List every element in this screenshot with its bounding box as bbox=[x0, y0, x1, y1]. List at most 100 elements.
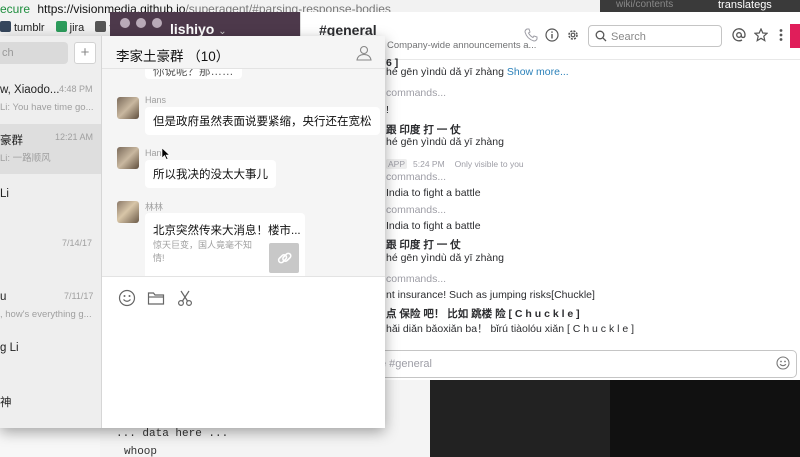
conversation-name: g Li bbox=[0, 342, 19, 354]
conversation-name: Li bbox=[0, 188, 9, 200]
message-input[interactable] bbox=[380, 356, 760, 372]
app-badge: APP bbox=[386, 159, 408, 169]
link-thumbnail bbox=[269, 243, 299, 273]
tab-wiki[interactable]: wiki/contents bbox=[616, 0, 673, 10]
background-panel-black bbox=[610, 380, 800, 457]
sender-name: Hans bbox=[145, 95, 167, 105]
message-text: ! bbox=[386, 104, 389, 116]
avatar[interactable] bbox=[117, 147, 139, 169]
background-panel-dark bbox=[430, 380, 610, 457]
close-window-icon[interactable] bbox=[120, 18, 130, 28]
conversation-item[interactable]: 7/14/17 bbox=[0, 230, 101, 280]
more-menu-icon[interactable] bbox=[773, 28, 789, 44]
message-text: hé gēn yìndù dǎ yī zhàng Show more... bbox=[386, 66, 569, 78]
commands-link[interactable]: commands... bbox=[386, 87, 446, 99]
conversation-name: w, Xiaodo... bbox=[0, 84, 60, 96]
conversation-item[interactable]: 神 bbox=[0, 386, 101, 428]
message-bubble: 所以我决的没太大事儿 bbox=[145, 160, 276, 188]
group-members-icon[interactable] bbox=[355, 44, 373, 62]
wechat-window: + w, Xiaodo... 4:48 PM Li: You have time… bbox=[0, 36, 385, 428]
sender-name: 林林 bbox=[145, 202, 164, 212]
avatar[interactable] bbox=[117, 97, 139, 119]
search-input[interactable] bbox=[611, 29, 715, 44]
show-more-link[interactable]: Show more... bbox=[507, 66, 569, 78]
emoji-icon[interactable] bbox=[118, 289, 136, 307]
chat-header: 李家土豪群 （10） bbox=[102, 36, 385, 69]
conversation-item[interactable]: Li bbox=[0, 180, 101, 230]
bookmark-label: tumblr bbox=[14, 22, 45, 34]
conversation-time: 7/14/17 bbox=[62, 238, 93, 248]
window-controls bbox=[120, 15, 168, 33]
channel-purpose: Company-wide announcements a... bbox=[387, 40, 537, 51]
secure-indicator: ecure bbox=[0, 2, 31, 16]
zoom-window-icon[interactable] bbox=[152, 18, 162, 28]
conversation-item[interactable]: g Li bbox=[0, 334, 101, 384]
message-text: India to fight a battle bbox=[386, 187, 481, 199]
message-bubble: 但是政府虽然表面说要紧缩，央行还在宽松 bbox=[145, 107, 380, 135]
bookmark-tumblr[interactable]: tumblr bbox=[0, 18, 45, 38]
conversation-search[interactable] bbox=[0, 42, 68, 64]
message-text: hé gēn yìndù dǎ yī zhàng bbox=[386, 252, 504, 264]
message-text: hé gēn yìndù dǎ yī zhàng bbox=[386, 136, 504, 148]
conversation-item[interactable]: u 7/11/17 , how's everything g... bbox=[0, 283, 101, 333]
link-card-description: 惊天巨变，国人竟毫不知情! bbox=[153, 240, 253, 263]
search-icon bbox=[595, 30, 607, 42]
message-composer[interactable] bbox=[371, 350, 797, 378]
conversation-preview: Li: You have time go... bbox=[0, 102, 94, 113]
message-pinyin: hé gēn yìndù dǎ yī zhàng bbox=[386, 66, 504, 78]
bot-message-meta: APP 5:24 PM Only visible to you bbox=[386, 159, 524, 169]
conversation-item[interactable]: w, Xiaodo... 4:48 PM Li: You have time g… bbox=[0, 76, 101, 126]
conversation-name: 豪群 bbox=[0, 135, 23, 147]
chat-panel: 李家土豪群 （10） 你说呢？那…… Hans 但是政府虽然表面说要紧缩，央行还… bbox=[102, 36, 385, 428]
scissors-icon[interactable] bbox=[176, 289, 194, 307]
tab-translate[interactable]: translategs bbox=[718, 0, 772, 11]
link-card[interactable]: 北京突然传来大消息！楼市... 惊天巨变，国人竟毫不知情! bbox=[145, 213, 305, 276]
message-text: 跟 印度 打 一 仗 bbox=[386, 124, 461, 136]
mouse-cursor-icon bbox=[162, 148, 170, 160]
message-text: 跟 印度 打 一 仗 bbox=[386, 239, 461, 251]
visibility-note: Only visible to you bbox=[454, 159, 524, 169]
conversation-time: 7/11/17 bbox=[64, 291, 94, 301]
bookmark-jira[interactable]: jira bbox=[55, 18, 85, 38]
minimize-window-icon[interactable] bbox=[136, 18, 146, 28]
team-name[interactable]: lishiyo ⌄ bbox=[170, 21, 227, 37]
search-field[interactable] bbox=[588, 25, 722, 47]
code-line: whoop bbox=[124, 446, 158, 457]
conversation-time: 4:48 PM bbox=[59, 84, 93, 94]
star-icon[interactable] bbox=[753, 27, 769, 44]
message-bubble: 你说呢？那…… bbox=[145, 69, 242, 79]
commands-link[interactable]: commands... bbox=[386, 204, 446, 216]
message-text: hǎi diǎn bǎoxiǎn ba！ bǐrú tiàolóu xiǎn [… bbox=[386, 323, 635, 335]
emoji-icon[interactable] bbox=[776, 356, 790, 373]
conversation-preview: Li: 一路顺风 bbox=[0, 153, 51, 164]
notification-tab[interactable] bbox=[790, 24, 800, 48]
call-icon[interactable] bbox=[523, 28, 539, 44]
conversation-item-active[interactable]: 豪群 12:21 AM Li: 一路顺风 bbox=[0, 124, 101, 174]
chat-composer[interactable] bbox=[102, 276, 385, 428]
avatar[interactable] bbox=[117, 201, 139, 223]
bookmark-label: jira bbox=[69, 22, 85, 34]
info-icon[interactable] bbox=[544, 28, 560, 44]
new-chat-button[interactable]: + bbox=[74, 42, 96, 64]
chat-messages: 你说呢？那…… Hans 但是政府虽然表面说要紧缩，央行还在宽松 Hans 所以… bbox=[102, 69, 385, 276]
browser-tab-strip: wiki/contents translategs bbox=[600, 0, 800, 12]
conversation-list: + w, Xiaodo... 4:48 PM Li: You have time… bbox=[0, 36, 102, 428]
commands-link[interactable]: commands... bbox=[386, 171, 446, 183]
link-card-title: 北京突然传来大消息！楼市... bbox=[153, 225, 301, 237]
jira-icon bbox=[55, 21, 67, 32]
message-text: India to fight a battle bbox=[386, 220, 481, 232]
code-line: ... data here ... bbox=[116, 428, 229, 440]
gear-icon[interactable] bbox=[565, 28, 581, 44]
message-text: nt insurance! Such as jumping risks[Chuc… bbox=[386, 289, 595, 301]
chat-title: 李家土豪群 （10） bbox=[116, 49, 230, 64]
tumblr-icon bbox=[0, 21, 11, 32]
folder-icon[interactable] bbox=[147, 289, 165, 307]
link-icon bbox=[277, 252, 292, 264]
conversation-name: 神 bbox=[0, 397, 12, 409]
message-time: 5:24 PM bbox=[413, 159, 445, 169]
conversation-search-input[interactable] bbox=[2, 45, 64, 61]
message-text: 点 保险 吧！ 比如 跳楼 险 [ C h u c k l e ] bbox=[386, 308, 580, 320]
bookmark-icon bbox=[95, 21, 107, 32]
commands-link[interactable]: commands... bbox=[386, 273, 446, 285]
mentions-icon[interactable] bbox=[731, 28, 747, 44]
